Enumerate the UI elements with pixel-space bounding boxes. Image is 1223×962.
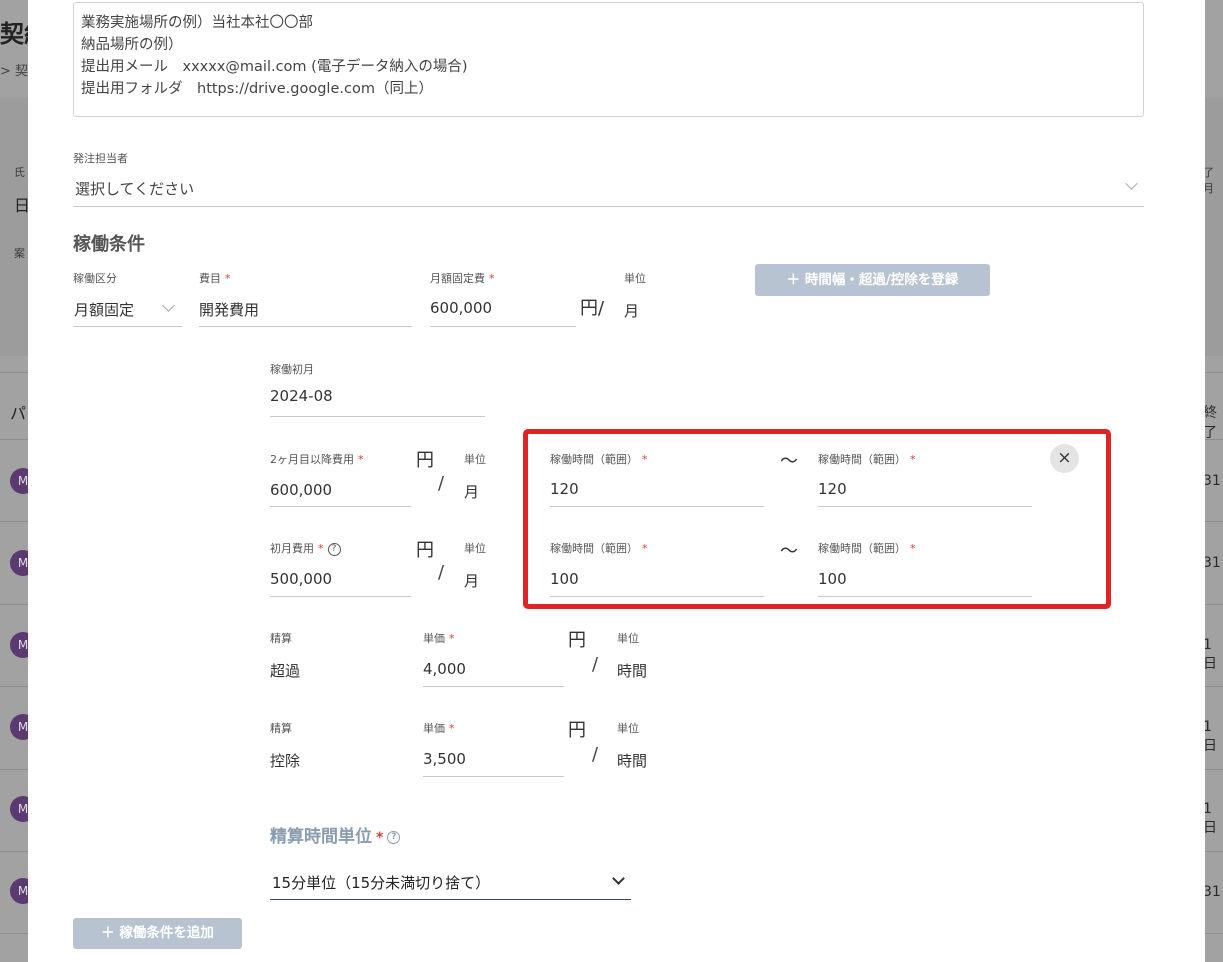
first-month-underline: [270, 416, 485, 417]
bg-label-1: 氏: [14, 166, 25, 179]
yen-label: 円: [416, 540, 434, 561]
unit-label: 単位: [464, 542, 486, 555]
overtime-price-underline: [423, 686, 564, 687]
work-conditions-title: 稼働条件: [73, 234, 145, 255]
chevron-down-icon[interactable]: [162, 299, 175, 312]
yen-label: 円: [568, 720, 586, 741]
bg-label-2: 案: [14, 247, 25, 260]
second-month-fee-label: 2ヶ月目以降費用 *: [270, 453, 364, 466]
bg-cell: 1日: [1203, 637, 1217, 672]
textarea-line: 業務実施場所の例）当社本社〇〇部: [81, 15, 313, 31]
yen-label: 円: [568, 630, 586, 651]
second-month-fee-underline: [270, 506, 411, 507]
work-type-label: 稼働区分: [73, 272, 117, 285]
work-type-select[interactable]: 月額固定: [74, 299, 134, 320]
first-month-fee-input[interactable]: 500,000: [270, 570, 332, 588]
add-work-condition-button[interactable]: ＋ 稼働条件を追加: [73, 918, 242, 949]
deduction-price-input[interactable]: 3,500: [423, 750, 466, 768]
unit-price-label: 単価 *: [423, 722, 455, 735]
first-month-label: 稼働初月: [270, 363, 314, 376]
settlement-label: 精算: [270, 722, 292, 735]
slash-label: /: [438, 473, 445, 494]
settlement-unit-underline: [270, 899, 631, 900]
orderer-select[interactable]: 選択してください: [75, 178, 194, 199]
expense-label: 費目 *: [199, 272, 231, 285]
textarea-line: 提出用メール xxxxx@mail.com (電子データ納入の場合): [81, 59, 468, 75]
unit-value: 月: [624, 302, 640, 320]
bg-cell: 31: [1203, 473, 1221, 489]
work-type-underline: [73, 326, 182, 327]
orderer-label: 発注担当者: [73, 152, 128, 165]
second-month-fee-input[interactable]: 600,000: [270, 481, 332, 499]
monthly-fixed-input[interactable]: 600,000: [430, 299, 492, 317]
unit-value: 月: [464, 483, 480, 501]
overtime-price-input[interactable]: 4,000: [423, 660, 466, 678]
slash-label: /: [592, 744, 599, 765]
settlement-type-deduction: 控除: [270, 752, 301, 770]
bg-cell: 31: [1203, 555, 1221, 571]
slash-label: /: [592, 654, 599, 675]
orderer-underline: [73, 206, 1144, 207]
bg-cell: 1日: [1203, 801, 1217, 836]
settlement-type-overtime: 超過: [270, 662, 301, 680]
first-month-input[interactable]: 2024-08: [270, 387, 333, 405]
settlement-unit-title: 精算時間単位 *?: [270, 822, 401, 847]
register-time-range-button[interactable]: ＋ 時間幅・超過/控除を登録: [755, 264, 990, 296]
help-icon[interactable]: ?: [387, 830, 401, 844]
help-icon[interactable]: ?: [327, 542, 341, 556]
unit-label: 単位: [624, 272, 646, 285]
bg-cell: 1日: [1203, 719, 1217, 754]
textarea-line: 納品場所の例）: [81, 37, 183, 53]
yen-label: 円: [416, 450, 434, 471]
first-month-fee-underline: [270, 596, 411, 597]
chevron-down-icon[interactable]: [612, 872, 625, 885]
unit-value: 時間: [617, 662, 648, 680]
bg-cell: 31: [1203, 884, 1221, 900]
work-location-textarea[interactable]: 業務実施場所の例）当社本社〇〇部 納品場所の例） 提出用メール xxxxx@ma…: [73, 2, 1144, 117]
highlight-box: [523, 429, 1111, 609]
bg-right-header-2: 終了: [1203, 405, 1217, 441]
settlement-unit-select[interactable]: 15分単位（15分未満切り捨て）: [272, 872, 490, 893]
unit-value: 時間: [617, 752, 648, 770]
bg-list-header: パ: [10, 404, 27, 423]
expense-underline: [199, 326, 412, 327]
textarea-line: 提出用フォルダ https://drive.google.com（同上）: [81, 81, 433, 97]
monthly-fixed-label: 月額固定費 *: [430, 272, 495, 285]
chevron-down-icon[interactable]: [1125, 177, 1138, 190]
bg-breadcrumb: > 契: [0, 64, 29, 79]
unit-price-label: 単価 *: [423, 632, 455, 645]
bg-right-header-1: 了月: [1203, 166, 1214, 195]
unit-label: 単位: [617, 632, 639, 645]
settlement-label: 精算: [270, 632, 292, 645]
slash-label: /: [438, 562, 445, 583]
contract-edit-modal: 業務実施場所の例）当社本社〇〇部 納品場所の例） 提出用メール xxxxx@ma…: [28, 0, 1205, 962]
monthly-fixed-underline: [430, 326, 576, 327]
first-month-fee-label: 初月費用 *?: [270, 540, 341, 556]
unit-label: 単位: [617, 722, 639, 735]
yen-per-label: 円/: [580, 298, 605, 319]
expense-input[interactable]: 開発費用: [199, 299, 259, 320]
deduction-price-underline: [423, 776, 564, 777]
unit-label: 単位: [464, 453, 486, 466]
unit-value: 月: [464, 572, 480, 590]
